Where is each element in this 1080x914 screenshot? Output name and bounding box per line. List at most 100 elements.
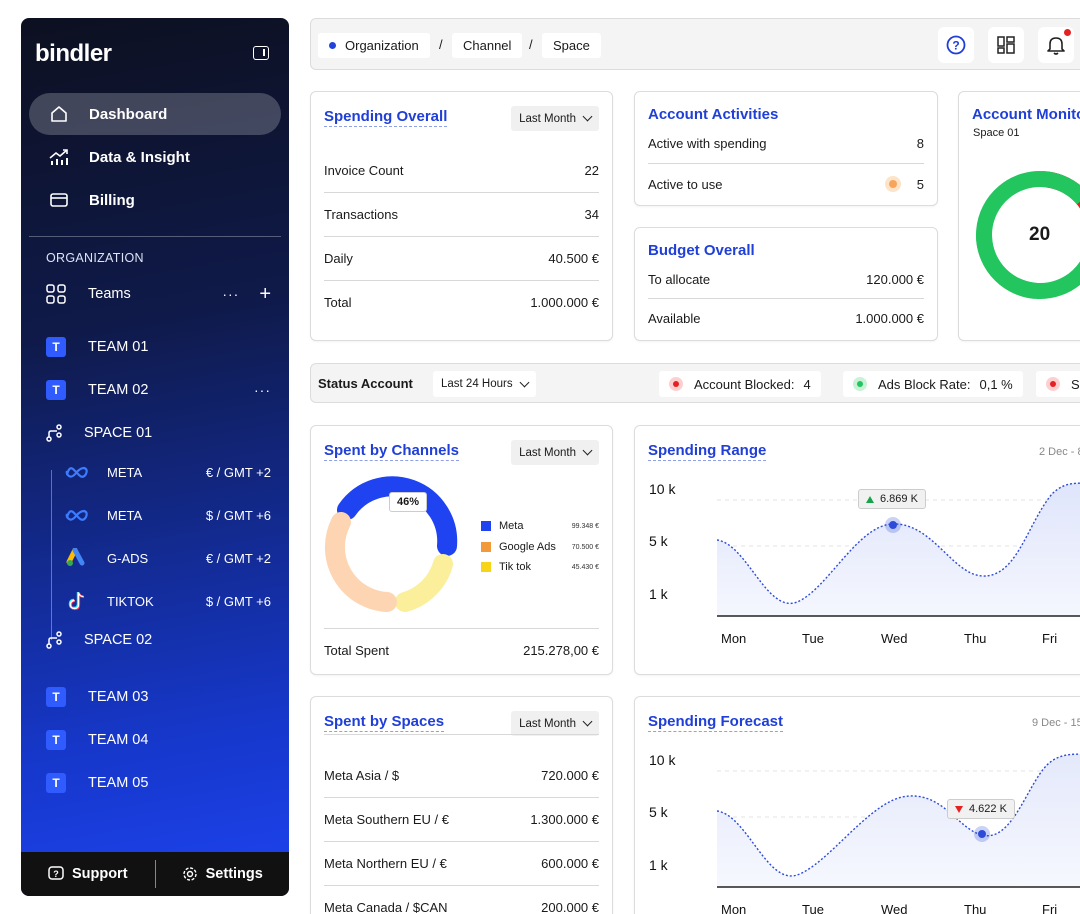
status-label: Status Account	[318, 376, 413, 391]
stat-value: 5	[916, 176, 924, 192]
teams-label: Teams	[88, 286, 131, 302]
add-icon[interactable]: +	[259, 283, 271, 306]
tiktok-icon	[65, 591, 89, 611]
sidebar-item-team-02[interactable]: T TEAM 02 ···	[46, 376, 271, 404]
nav-label: Billing	[89, 191, 135, 209]
account-tiktok[interactable]: TIKTOK $ / GMT +6	[65, 587, 271, 615]
x-tick: Fri	[1042, 631, 1058, 646]
space-row: Meta Northern EU / € 600.000 €	[324, 842, 599, 886]
chevron-down-icon	[519, 377, 530, 387]
layout-button[interactable]	[988, 27, 1024, 63]
red-status-icon	[1046, 377, 1060, 391]
stat-label: Transactions	[324, 207, 398, 222]
sidebar-item-team-04[interactable]: T TEAM 04	[46, 726, 271, 754]
stat-row: Daily 40.500 €	[324, 237, 599, 281]
x-tick: Tue	[802, 631, 824, 646]
settings-button[interactable]: Settings	[156, 866, 290, 882]
card-title[interactable]: Account Activities	[648, 106, 778, 124]
stat-row: Total 1.000.000 €	[324, 280, 599, 324]
status-pill-more[interactable]: S	[1036, 371, 1080, 397]
more-icon[interactable]: ···	[254, 382, 271, 398]
space-name: Meta Southern EU / €	[324, 812, 450, 827]
sidebar-item-team-05[interactable]: T TEAM 05	[46, 769, 271, 797]
card-title[interactable]: Spent by Channels	[324, 442, 460, 461]
tree-line	[51, 470, 52, 640]
pill-label: Ads Block Rate:	[878, 376, 971, 392]
account-monitor-card: Account Monitor Space 01 20	[958, 91, 1080, 341]
sidebar-collapse-icon[interactable]	[253, 46, 269, 60]
card-title[interactable]: Budget Overall	[648, 242, 755, 260]
space-row: Meta Asia / $ 720.000 €	[324, 754, 599, 798]
sidebar-item-space-01[interactable]: SPACE 01	[46, 419, 271, 447]
sidebar-item-team-01[interactable]: T TEAM 01	[46, 333, 271, 361]
chart-trend-icon	[49, 147, 69, 167]
total-row: Total Spent 215.278,00 €	[324, 628, 599, 672]
space-label: SPACE 02	[84, 632, 153, 648]
help-button[interactable]: ?	[938, 27, 974, 63]
card-title[interactable]: Spending Range	[648, 442, 767, 461]
account-meta-1[interactable]: META € / GMT +2	[65, 458, 271, 486]
status-period-dropdown[interactable]: Last 24 Hours	[433, 371, 536, 397]
y-tick: 10 k	[649, 752, 676, 768]
x-tick: Thu	[964, 902, 987, 914]
nav-item-dashboard[interactable]: Dashboard	[29, 93, 281, 135]
space-label: SPACE 01	[84, 425, 153, 441]
nav-item-data-insight[interactable]: Data & Insight	[29, 136, 281, 178]
legend-swatch	[481, 562, 491, 572]
grid-icon	[46, 284, 66, 304]
account-meta-2[interactable]: META $ / GMT +6	[65, 501, 271, 529]
account-gads[interactable]: G-ADS € / GMT +2	[65, 544, 271, 572]
stat-row: To allocate 120.000 €	[648, 261, 924, 299]
account-timezone: $ / GMT +6	[205, 507, 271, 523]
space-name: Meta Canada / $CAN	[324, 899, 448, 914]
card-title[interactable]: Spending Forecast	[648, 713, 784, 732]
legend-swatch	[481, 521, 491, 531]
status-pill-block-rate[interactable]: Ads Block Rate: 0,1 %	[843, 371, 1023, 397]
card-title[interactable]: Account Monitor	[972, 106, 1080, 124]
breadcrumb-space[interactable]: Space	[542, 33, 601, 58]
stat-value: 34	[584, 207, 599, 222]
x-tick: Tue	[802, 902, 824, 914]
sidebar-item-team-03[interactable]: T TEAM 03	[46, 683, 271, 711]
spending-overall-card: Spending Overall Last Month Invoice Coun…	[310, 91, 613, 341]
date-range: 9 Dec - 15	[1032, 717, 1080, 729]
card-subtitle: Space 01	[973, 127, 1020, 139]
stat-row: Active to use 5	[648, 164, 924, 204]
pill-value: 0,1 %	[979, 376, 1013, 392]
stat-row: Available 1.000.000 €	[648, 299, 924, 337]
chart-tooltip: 4.622 K	[947, 799, 1015, 819]
account-activities-card: Account Activities Active with spending 8…	[634, 91, 938, 206]
support-button[interactable]: ? Support	[21, 866, 155, 882]
trend-up-icon	[866, 495, 874, 503]
card-title[interactable]: Spending Overall	[324, 108, 448, 127]
space-row: Meta Southern EU / € 1.300.000 €	[324, 798, 599, 842]
nav-item-billing[interactable]: Billing	[29, 179, 281, 221]
breadcrumb-separator: /	[529, 37, 533, 52]
gauge-value: 20	[1029, 224, 1051, 245]
stat-label: Invoice Count	[324, 163, 404, 178]
period-dropdown[interactable]: Last Month	[511, 711, 599, 736]
dashboard-layout-icon	[997, 36, 1015, 54]
sidebar-item-space-02[interactable]: SPACE 02	[46, 626, 271, 654]
team-badge: T	[46, 337, 66, 357]
legend-item: Google Ads 70.500 €	[481, 539, 599, 555]
y-tick: 1 k	[649, 586, 668, 602]
stat-label: To allocate	[648, 272, 711, 287]
status-pill-blocked[interactable]: Account Blocked: 4	[659, 371, 821, 397]
legend-name: Tik tok	[499, 561, 531, 573]
breadcrumb-channel[interactable]: Channel	[452, 33, 523, 58]
stat-value: 120.000 €	[866, 272, 924, 287]
card-title[interactable]: Spent by Spaces	[324, 713, 445, 732]
period-dropdown[interactable]: Last Month	[511, 440, 599, 465]
spending-forecast-card: Spending Forecast 9 Dec - 15 10 k 5 k 1 …	[634, 696, 1080, 914]
notifications-button[interactable]	[1038, 27, 1074, 63]
stat-value: 1.000.000 €	[855, 310, 924, 326]
more-icon[interactable]: ···	[222, 286, 239, 302]
total-label: Total Spent	[324, 643, 390, 658]
svg-text:?: ?	[53, 869, 59, 879]
legend-item: Meta 99.348 €	[481, 518, 599, 534]
period-dropdown[interactable]: Last Month	[511, 106, 599, 131]
breadcrumb-organization[interactable]: Organization	[318, 33, 430, 58]
teams-header[interactable]: Teams ··· +	[46, 280, 271, 308]
team-label: TEAM 02	[88, 382, 149, 398]
